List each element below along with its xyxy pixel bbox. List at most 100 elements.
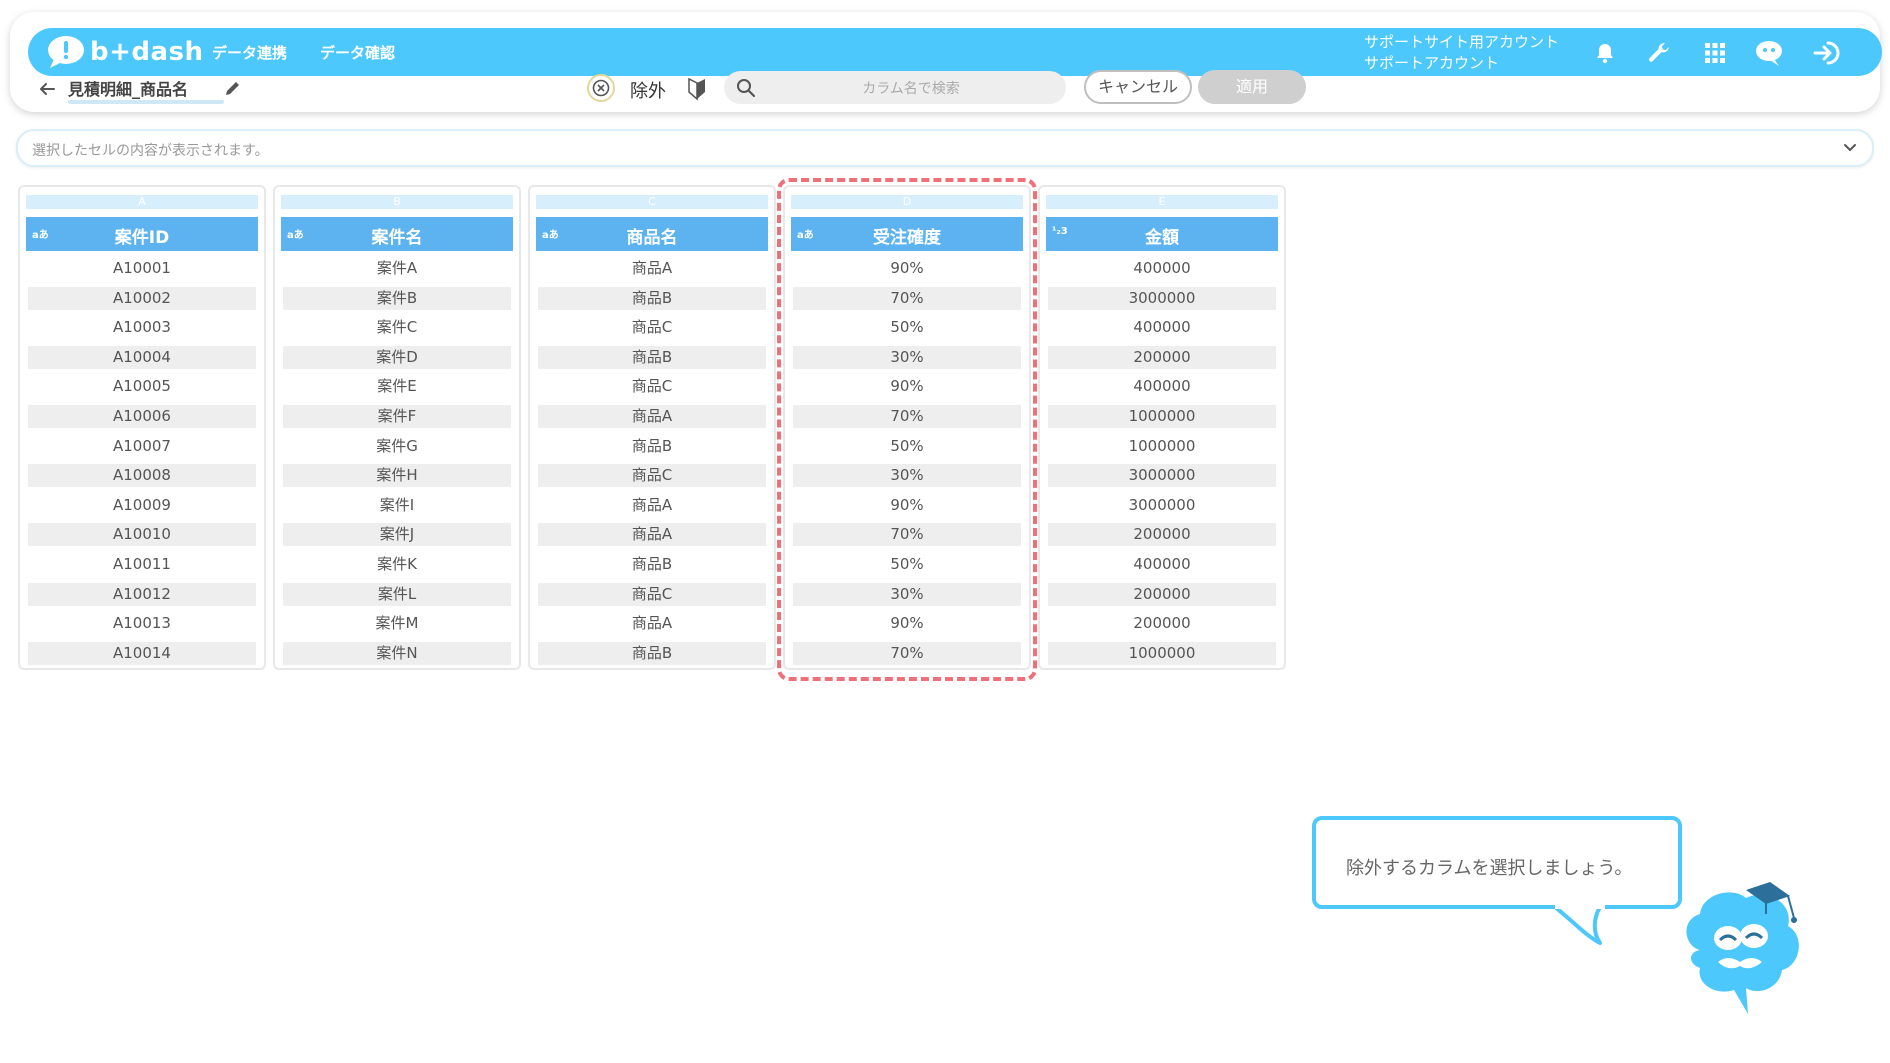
- account-info[interactable]: サポートサイト用アカウント サポートアカウント: [1364, 32, 1559, 74]
- table-cell[interactable]: 70%: [793, 641, 1021, 665]
- table-cell[interactable]: 商品C: [538, 582, 766, 606]
- table-cell[interactable]: A10007: [28, 435, 256, 458]
- table-cell[interactable]: 案件D: [283, 345, 511, 369]
- table-cell[interactable]: 案件E: [283, 375, 511, 398]
- column-header[interactable]: aあ 案件ID: [26, 217, 258, 251]
- table-cell[interactable]: A10009: [28, 494, 256, 517]
- table-cell[interactable]: 70%: [793, 523, 1021, 547]
- table-cell[interactable]: 90%: [793, 375, 1021, 398]
- nav-data-check[interactable]: データ確認: [320, 42, 395, 63]
- table-cell[interactable]: 200000: [1048, 523, 1276, 547]
- table-cell[interactable]: 200000: [1048, 582, 1276, 606]
- table-cell[interactable]: 商品A: [538, 404, 766, 428]
- table-cell[interactable]: 400000: [1048, 553, 1276, 576]
- table-cell[interactable]: 3000000: [1048, 286, 1276, 310]
- column-header[interactable]: ¹₂3 金額: [1046, 217, 1278, 251]
- table-cell[interactable]: A10001: [28, 257, 256, 280]
- table-cell[interactable]: 50%: [793, 553, 1021, 576]
- table-cell[interactable]: 商品A: [538, 257, 766, 280]
- table-cell[interactable]: 1000000: [1048, 641, 1276, 665]
- column-header[interactable]: aあ 商品名: [536, 217, 768, 251]
- table-cell[interactable]: 商品A: [538, 523, 766, 547]
- column-header[interactable]: aあ 受注確度: [791, 217, 1023, 251]
- table-cell[interactable]: 商品C: [538, 375, 766, 398]
- table-cell[interactable]: 商品C: [538, 464, 766, 488]
- table-cell[interactable]: 案件C: [283, 316, 511, 339]
- table-cell[interactable]: A10008: [28, 464, 256, 488]
- column-header[interactable]: aあ 案件名: [281, 217, 513, 251]
- table-cell[interactable]: 30%: [793, 582, 1021, 606]
- table-cell[interactable]: 200000: [1048, 345, 1276, 369]
- table-cell[interactable]: A10004: [28, 345, 256, 369]
- table-cell[interactable]: 商品A: [538, 612, 766, 635]
- apps-grid-icon[interactable]: [1700, 38, 1730, 68]
- table-cell[interactable]: 商品B: [538, 435, 766, 458]
- table-cell[interactable]: 70%: [793, 286, 1021, 310]
- title-underline: [68, 100, 224, 104]
- search-box: [724, 71, 1066, 106]
- table-cell[interactable]: A10005: [28, 375, 256, 398]
- column-header-label: 案件ID: [114, 228, 170, 248]
- table-cell[interactable]: A10013: [28, 612, 256, 635]
- logo[interactable]: b+dash: [46, 34, 204, 70]
- table-cell[interactable]: 90%: [793, 257, 1021, 280]
- table-cell[interactable]: A10006: [28, 404, 256, 428]
- table-cell[interactable]: 商品C: [538, 316, 766, 339]
- table-cell[interactable]: 商品B: [538, 641, 766, 665]
- table-cell[interactable]: A10014: [28, 641, 256, 665]
- table-cell[interactable]: 50%: [793, 316, 1021, 339]
- table-cell[interactable]: 商品B: [538, 553, 766, 576]
- table-cell[interactable]: 商品B: [538, 286, 766, 310]
- table-cell[interactable]: 1000000: [1048, 435, 1276, 458]
- table-cell[interactable]: 案件J: [283, 523, 511, 547]
- cancel-button[interactable]: キャンセル: [1084, 70, 1192, 104]
- table-cell[interactable]: A10003: [28, 316, 256, 339]
- chat-brain-icon[interactable]: [1754, 38, 1784, 68]
- exclude-toggle-button[interactable]: [587, 74, 615, 102]
- table-cell[interactable]: 400000: [1048, 316, 1276, 339]
- table-cell[interactable]: 90%: [793, 612, 1021, 635]
- nav-data-integration[interactable]: データ連携: [212, 42, 287, 63]
- table-cell[interactable]: 案件K: [283, 553, 511, 576]
- chevron-down-icon[interactable]: [1838, 136, 1862, 160]
- table-cell[interactable]: 30%: [793, 464, 1021, 488]
- table-cell[interactable]: 案件N: [283, 641, 511, 665]
- table-cell[interactable]: 70%: [793, 404, 1021, 428]
- table-cell[interactable]: 3000000: [1048, 494, 1276, 517]
- table-cell[interactable]: 案件L: [283, 582, 511, 606]
- table-cell[interactable]: 90%: [793, 494, 1021, 517]
- cell-content-bar[interactable]: 選択したセルの内容が表示されます。: [16, 129, 1874, 167]
- table-cell[interactable]: A10011: [28, 553, 256, 576]
- table-cell[interactable]: 案件G: [283, 435, 511, 458]
- column-header-label: 案件名: [371, 228, 423, 248]
- table-cell[interactable]: 50%: [793, 435, 1021, 458]
- table-cell[interactable]: A10002: [28, 286, 256, 310]
- column-letter: A: [26, 195, 258, 209]
- wrench-icon[interactable]: [1644, 38, 1674, 68]
- table-cell[interactable]: 30%: [793, 345, 1021, 369]
- apply-button[interactable]: 適用: [1198, 70, 1306, 104]
- table-cell[interactable]: 200000: [1048, 612, 1276, 635]
- pencil-icon[interactable]: [224, 79, 242, 97]
- table-cell[interactable]: 案件B: [283, 286, 511, 310]
- back-arrow-icon[interactable]: [36, 78, 58, 100]
- table-cell[interactable]: 400000: [1048, 375, 1276, 398]
- logout-icon[interactable]: [1812, 38, 1842, 68]
- table-cell[interactable]: 商品B: [538, 345, 766, 369]
- table-cell[interactable]: A10012: [28, 582, 256, 606]
- bell-icon[interactable]: [1590, 38, 1620, 68]
- table-cell[interactable]: 1000000: [1048, 404, 1276, 428]
- search-input[interactable]: [764, 71, 1058, 106]
- table-cell[interactable]: 案件A: [283, 257, 511, 280]
- search-icon: [737, 79, 756, 98]
- table-cell[interactable]: 3000000: [1048, 464, 1276, 488]
- table-cell[interactable]: 案件F: [283, 404, 511, 428]
- table-cell[interactable]: 案件H: [283, 464, 511, 488]
- table-cell[interactable]: 商品A: [538, 494, 766, 517]
- table-cell[interactable]: A10010: [28, 523, 256, 547]
- column-header-label: 受注確度: [873, 228, 941, 248]
- table-cell[interactable]: 400000: [1048, 257, 1276, 280]
- beginner-mark-icon[interactable]: [686, 77, 708, 101]
- table-cell[interactable]: 案件I: [283, 494, 511, 517]
- table-cell[interactable]: 案件M: [283, 612, 511, 635]
